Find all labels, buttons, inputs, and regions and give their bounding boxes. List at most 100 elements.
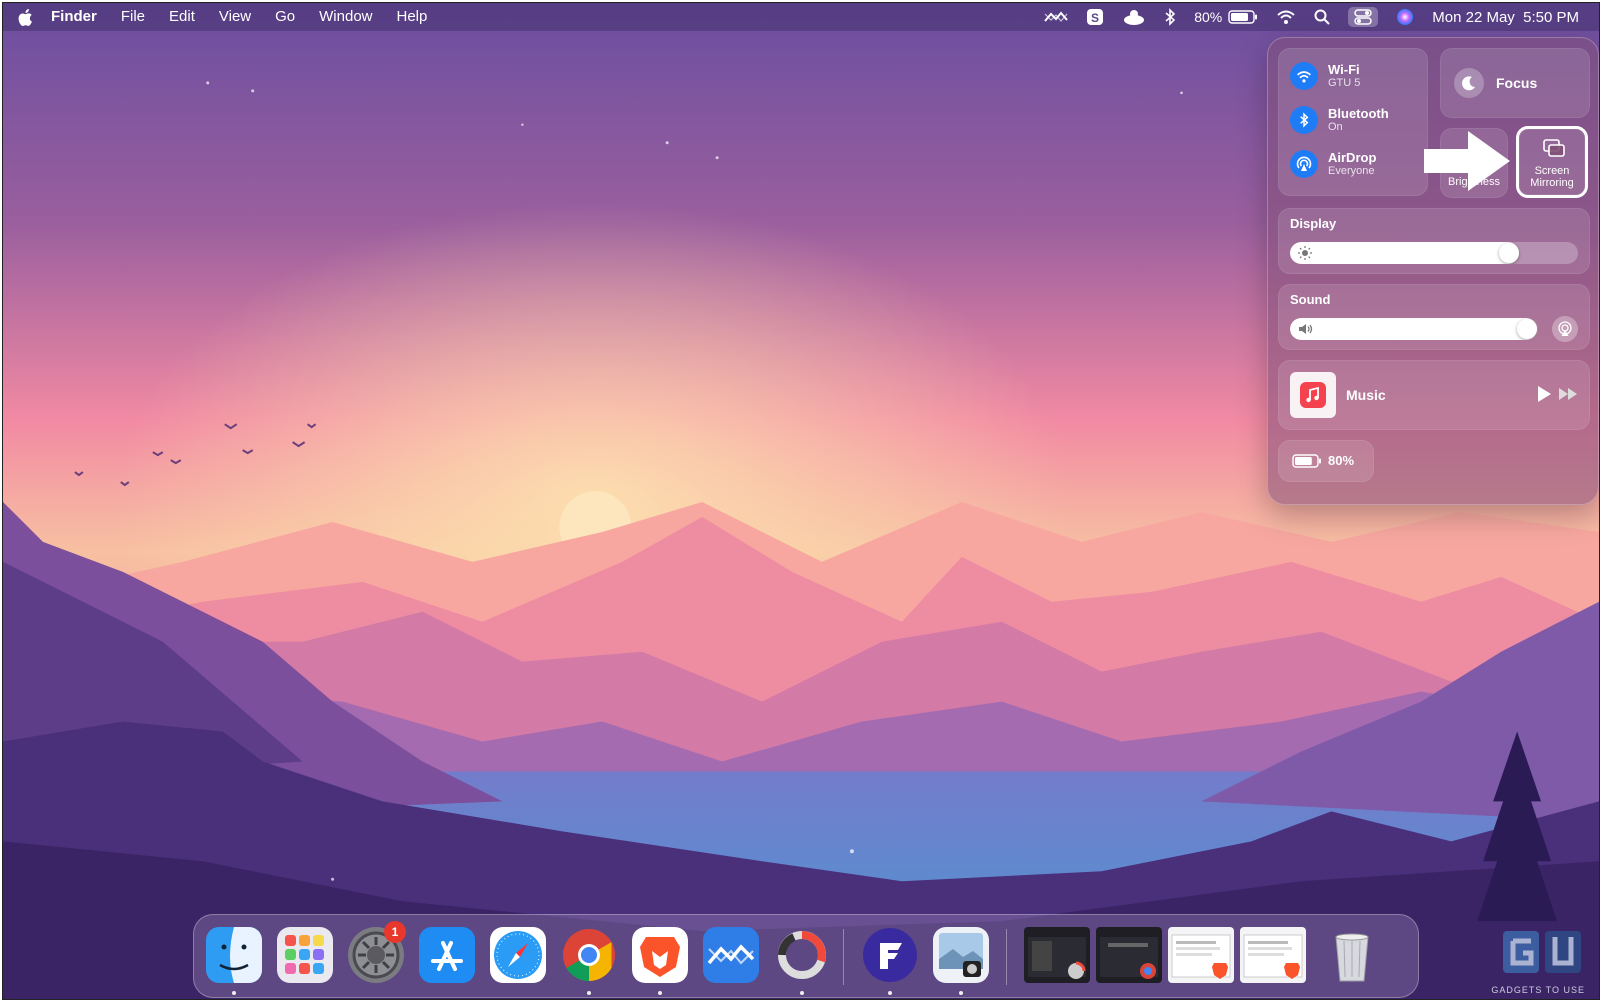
desktop: Finder File Edit View Go Window Help S 8…	[2, 2, 1600, 1000]
svg-text:S: S	[1091, 11, 1099, 25]
chrome-running-dot	[587, 991, 591, 995]
display-slider-knob[interactable]	[1499, 243, 1520, 263]
siri-icon[interactable]	[1396, 8, 1414, 26]
bluetooth-title: Bluetooth	[1328, 106, 1389, 121]
menu-file[interactable]: File	[109, 3, 157, 31]
battery-status-icon	[1292, 454, 1322, 473]
battery-icon	[1228, 10, 1258, 24]
launchpad-icon	[285, 935, 324, 974]
volume-slider-fill	[1290, 318, 1537, 340]
airplay-audio-icon[interactable]	[1552, 316, 1578, 342]
airdrop-icon	[1290, 150, 1318, 178]
loading-app-running-dot	[800, 991, 804, 995]
wifi-menubar-icon[interactable]	[1276, 9, 1296, 25]
battery-menubar[interactable]: 80%	[1194, 9, 1258, 25]
brave-running-dot	[658, 991, 662, 995]
dock-minimized-window[interactable]	[1024, 927, 1090, 983]
play-icon[interactable]	[1536, 385, 1552, 408]
dock-launchpad[interactable]	[277, 927, 333, 983]
fast-forward-icon[interactable]	[1558, 387, 1578, 406]
dock-minimized-window[interactable]	[1096, 927, 1162, 983]
control-center-panel: Wi-Fi GTU 5 Bluetooth On AirDrop Everyon…	[1267, 37, 1599, 505]
airdrop-toggle[interactable]: AirDrop Everyone	[1290, 150, 1376, 178]
bluetooth-status: On	[1328, 121, 1343, 133]
date-time[interactable]: Mon 22 May 5:50 PM	[1432, 9, 1579, 26]
dock-minimized-window[interactable]	[1168, 927, 1234, 983]
watermark-text: GADGETS TO USE	[1491, 985, 1585, 995]
preview-icon	[939, 933, 983, 977]
dock-loading-app[interactable]	[774, 927, 830, 983]
dock-minimized-window[interactable]	[1240, 927, 1306, 983]
wifi-icon	[1290, 62, 1318, 90]
trash-icon	[1335, 933, 1369, 982]
music-app-icon	[1290, 372, 1336, 418]
screen-mirroring-label: Screen Mirroring	[1519, 165, 1585, 189]
apple-menu-icon[interactable]	[11, 8, 39, 27]
screen-mirroring-button[interactable]: Screen Mirroring	[1516, 126, 1588, 198]
now-playing-module[interactable]: Music	[1278, 360, 1590, 430]
wifi-toggle[interactable]: Wi-Fi GTU 5	[1290, 62, 1360, 90]
dock: 1	[193, 914, 1419, 998]
music-label: Music	[1346, 387, 1386, 403]
menu-go[interactable]: Go	[263, 3, 307, 31]
menu-edit[interactable]: Edit	[157, 3, 207, 31]
dock-chrome[interactable]	[561, 927, 617, 983]
volume-slider-knob[interactable]	[1517, 319, 1537, 339]
battery-module[interactable]: 80%	[1278, 440, 1374, 482]
screen-mirroring-label-line2: Mirroring	[1530, 177, 1574, 189]
menu-view[interactable]: View	[207, 3, 263, 31]
menu-window[interactable]: Window	[307, 3, 384, 31]
bluetooth-icon	[1290, 106, 1318, 134]
display-brightness-slider[interactable]	[1290, 242, 1578, 264]
display-module: Display	[1278, 208, 1590, 274]
airdrop-title: AirDrop	[1328, 150, 1377, 165]
speaker-icon	[1298, 322, 1314, 340]
wifi-title: Wi-Fi	[1328, 62, 1360, 77]
settings-badge: 1	[384, 921, 406, 943]
dock-finder[interactable]	[206, 927, 262, 983]
brave-lion-icon	[632, 927, 688, 983]
watermark-logo	[1503, 931, 1581, 973]
app-store-icon	[419, 927, 475, 983]
safari-compass-icon	[494, 931, 542, 979]
focus-label: Focus	[1496, 75, 1538, 91]
dock-app-store[interactable]	[419, 927, 475, 983]
menu-bar: Finder File Edit View Go Window Help S 8…	[3, 3, 1599, 31]
menu-help[interactable]: Help	[385, 3, 440, 31]
dock-brave[interactable]	[632, 927, 688, 983]
dock-fenix[interactable]	[862, 927, 918, 983]
battery-percent-text: 80%	[1194, 9, 1223, 25]
dock-stocks[interactable]	[703, 927, 759, 983]
menu-finder[interactable]: Finder	[39, 3, 109, 31]
fenix-running-dot	[888, 991, 892, 995]
dock-trash[interactable]	[1324, 927, 1380, 983]
airdrop-status: Everyone	[1328, 165, 1375, 177]
screen-mirroring-icon	[1543, 139, 1565, 162]
stocks-menubar-icon[interactable]	[1044, 10, 1068, 24]
ring-app-icon	[778, 931, 826, 979]
preview-running-dot	[959, 991, 963, 995]
bluetooth-toggle[interactable]: Bluetooth On	[1290, 106, 1389, 134]
display-slider-fill	[1290, 242, 1520, 264]
moon-icon	[1454, 68, 1484, 98]
connectivity-module: Wi-Fi GTU 5 Bluetooth On AirDrop Everyon…	[1278, 48, 1428, 196]
chrome-icon	[563, 929, 615, 981]
finder-icon	[206, 927, 262, 983]
skype-icon[interactable]: S	[1086, 8, 1104, 26]
sun-icon	[1298, 246, 1312, 264]
battery-percent-label: 80%	[1328, 453, 1355, 468]
bluetooth-menubar-icon[interactable]	[1164, 8, 1176, 26]
dock-preview[interactable]	[933, 927, 989, 983]
fenix-icon	[863, 928, 917, 982]
volume-slider[interactable]	[1290, 318, 1538, 340]
dock-safari[interactable]	[490, 927, 546, 983]
finder-running-dot	[232, 991, 236, 995]
control-center-icon[interactable]	[1348, 7, 1379, 27]
display-title: Display	[1290, 216, 1337, 231]
sound-module: Sound	[1278, 284, 1590, 350]
spotlight-search-icon[interactable]	[1314, 9, 1330, 25]
dock-separator	[1006, 929, 1007, 985]
focus-button[interactable]: Focus	[1440, 48, 1590, 118]
cloud-icon[interactable]	[1122, 9, 1146, 25]
dock-separator	[843, 929, 844, 985]
